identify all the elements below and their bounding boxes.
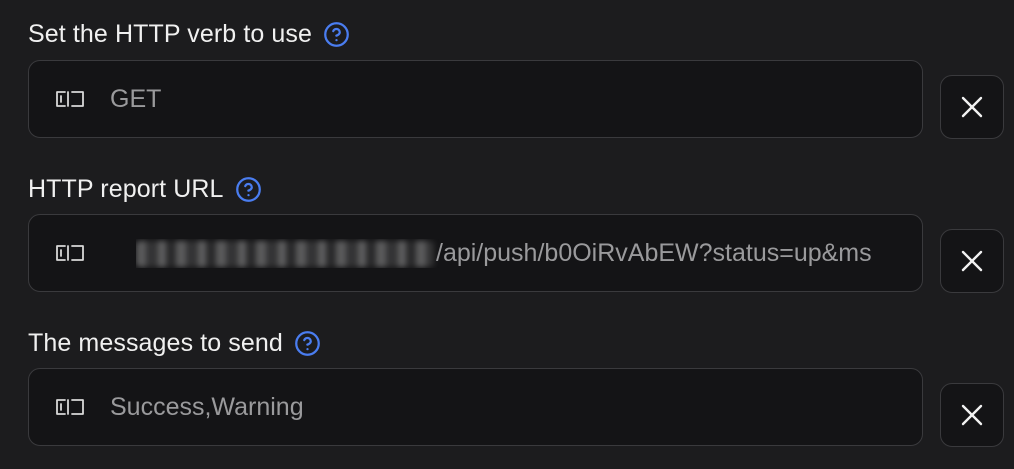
clear-http-report-url-button[interactable] xyxy=(940,229,1004,293)
http-report-url-label: HTTP report URL xyxy=(28,174,224,203)
help-circle-icon[interactable] xyxy=(235,176,262,203)
messages-label-row: The messages to send xyxy=(28,326,321,360)
http-report-url-input[interactable]: /api/push/b0OiRvAbEW?status=up&ms xyxy=(28,214,923,292)
redacted-url-host xyxy=(136,240,434,267)
help-circle-icon[interactable] xyxy=(323,21,350,48)
messages-label: The messages to send xyxy=(28,328,283,357)
messages-value: Success,Warning xyxy=(110,392,304,421)
http-verb-label-row: Set the HTTP verb to use xyxy=(28,17,350,51)
http-report-url-value: /api/push/b0OiRvAbEW?status=up&ms xyxy=(436,238,872,267)
close-icon xyxy=(960,249,984,273)
messages-input[interactable]: Success,Warning xyxy=(28,368,923,446)
http-verb-input[interactable]: GET xyxy=(28,60,923,138)
clear-http-verb-button[interactable] xyxy=(940,75,1004,139)
clear-messages-button[interactable] xyxy=(940,383,1004,447)
http-report-url-label-row: HTTP report URL xyxy=(28,172,262,206)
text-cursor-input-icon xyxy=(54,89,86,109)
http-report-url-value-wrapper: /api/push/b0OiRvAbEW?status=up&ms xyxy=(136,239,922,268)
text-cursor-input-icon xyxy=(54,397,86,417)
close-icon xyxy=(960,95,984,119)
http-verb-label: Set the HTTP verb to use xyxy=(28,19,313,48)
http-verb-value: GET xyxy=(110,84,162,113)
help-circle-icon[interactable] xyxy=(294,330,321,357)
text-cursor-input-icon xyxy=(54,243,86,263)
close-icon xyxy=(960,403,984,427)
